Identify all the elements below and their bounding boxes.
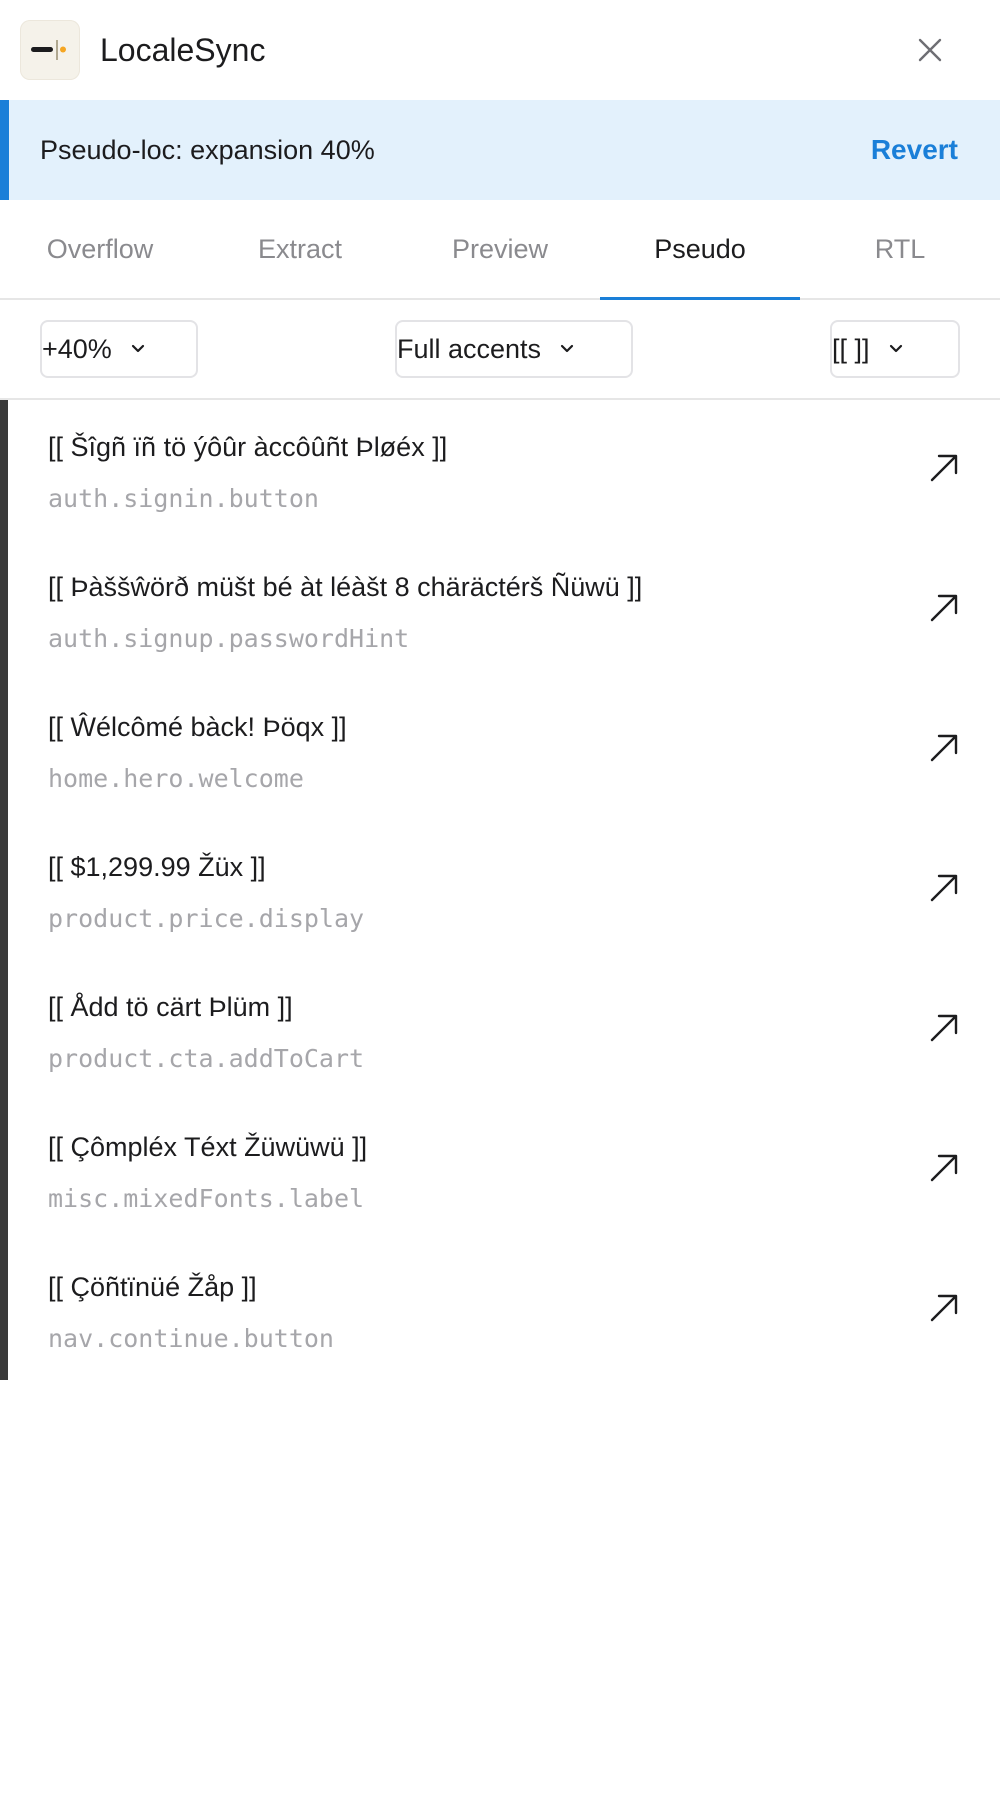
app-title: LocaleSync — [100, 31, 266, 68]
string-key: nav.continue.button — [48, 1324, 334, 1353]
arrow-up-right-icon — [930, 1154, 958, 1182]
accents-select[interactable]: Full accents — [395, 320, 633, 378]
tab-pseudo[interactable]: Pseudo — [600, 200, 800, 300]
revert-button[interactable]: Revert — [871, 134, 958, 166]
string-list: [[ Šîgñ ïñ tö ýôûr àccôûñt Þløéx ]] auth… — [0, 400, 1000, 1380]
string-key: product.cta.addToCart — [48, 1044, 365, 1073]
tab-rtl[interactable]: RTL — [800, 200, 1000, 298]
chevron-down-icon — [888, 344, 904, 354]
list-item[interactable]: [[ Þàššŵörð müšt bé àt léàšt 8 chäräctér… — [8, 540, 1000, 680]
tab-extract[interactable]: Extract — [200, 200, 400, 298]
banner-text: Pseudo-loc: expansion 40% — [40, 134, 375, 165]
pseudo-string: [[ Çômpléx Téxt Žüwüwü ]] — [48, 1132, 368, 1162]
open-button[interactable] — [926, 870, 962, 906]
close-button[interactable] — [912, 32, 948, 68]
list-item[interactable]: [[ Çômpléx Téxt Žüwüwü ]] misc.mixedFont… — [8, 1100, 1000, 1240]
tab-preview[interactable]: Preview — [400, 200, 600, 298]
app-logo-icon — [20, 20, 80, 80]
brackets-value: [[ ]] — [832, 333, 870, 364]
open-button[interactable] — [926, 1150, 962, 1186]
pseudo-string: [[ Ådd tö cärt Þlüm ]] — [48, 992, 293, 1022]
list-item[interactable]: [[ Šîgñ ïñ tö ýôûr àccôûñt Þløéx ]] auth… — [8, 400, 1000, 540]
open-button[interactable] — [926, 1010, 962, 1046]
string-key: product.price.display — [48, 904, 365, 933]
string-key: misc.mixedFonts.label — [48, 1184, 365, 1213]
open-button[interactable] — [926, 450, 962, 486]
open-button[interactable] — [926, 590, 962, 626]
accents-value: Full accents — [397, 333, 542, 364]
chevron-down-icon — [130, 344, 146, 354]
open-button[interactable] — [926, 1290, 962, 1326]
pseudo-loc-banner: Pseudo-loc: expansion 40% Revert — [0, 100, 1000, 200]
close-icon — [918, 38, 942, 62]
chevron-down-icon — [559, 344, 575, 354]
open-button[interactable] — [926, 730, 962, 766]
string-key: home.hero.welcome — [48, 764, 304, 793]
list-item[interactable]: [[ Ŵélcômé bàck! Þöqx ]] home.hero.welco… — [8, 680, 1000, 820]
arrow-up-right-icon — [930, 734, 958, 762]
pseudo-string: [[ Þàššŵörð müšt bé àt léàšt 8 chäräctér… — [48, 572, 643, 602]
tab-overflow[interactable]: Overflow — [0, 200, 200, 298]
pseudo-string: [[ Çöñtïnüé Žåp ]] — [48, 1272, 257, 1302]
arrow-up-right-icon — [930, 874, 958, 902]
filter-bar: +40% Full accents [[ ]] — [0, 300, 1000, 400]
string-key: auth.signup.passwordHint — [48, 624, 410, 653]
list-item[interactable]: [[ $1,299.99 Žüx ]] product.price.displa… — [8, 820, 1000, 960]
arrow-up-right-icon — [930, 1014, 958, 1042]
arrow-up-right-icon — [930, 594, 958, 622]
list-item[interactable]: [[ Çöñtïnüé Žåp ]] nav.continue.button — [8, 1240, 1000, 1380]
list-item[interactable]: [[ Ådd tö cärt Þlüm ]] product.cta.addTo… — [8, 960, 1000, 1100]
pseudo-string: [[ $1,299.99 Žüx ]] — [48, 852, 266, 882]
expansion-value: +40% — [42, 333, 112, 364]
pseudo-string: [[ Šîgñ ïñ tö ýôûr àccôûñt Þløéx ]] — [48, 432, 448, 462]
arrow-up-right-icon — [930, 454, 958, 482]
brackets-select[interactable]: [[ ]] — [830, 320, 960, 378]
string-key: auth.signin.button — [48, 484, 319, 513]
app-header: LocaleSync — [0, 0, 1000, 100]
pseudo-string: [[ Ŵélcômé bàck! Þöqx ]] — [48, 712, 347, 742]
arrow-up-right-icon — [930, 1294, 958, 1322]
expansion-select[interactable]: +40% — [40, 320, 198, 378]
tab-bar: Overflow Extract Preview Pseudo RTL — [0, 200, 1000, 300]
